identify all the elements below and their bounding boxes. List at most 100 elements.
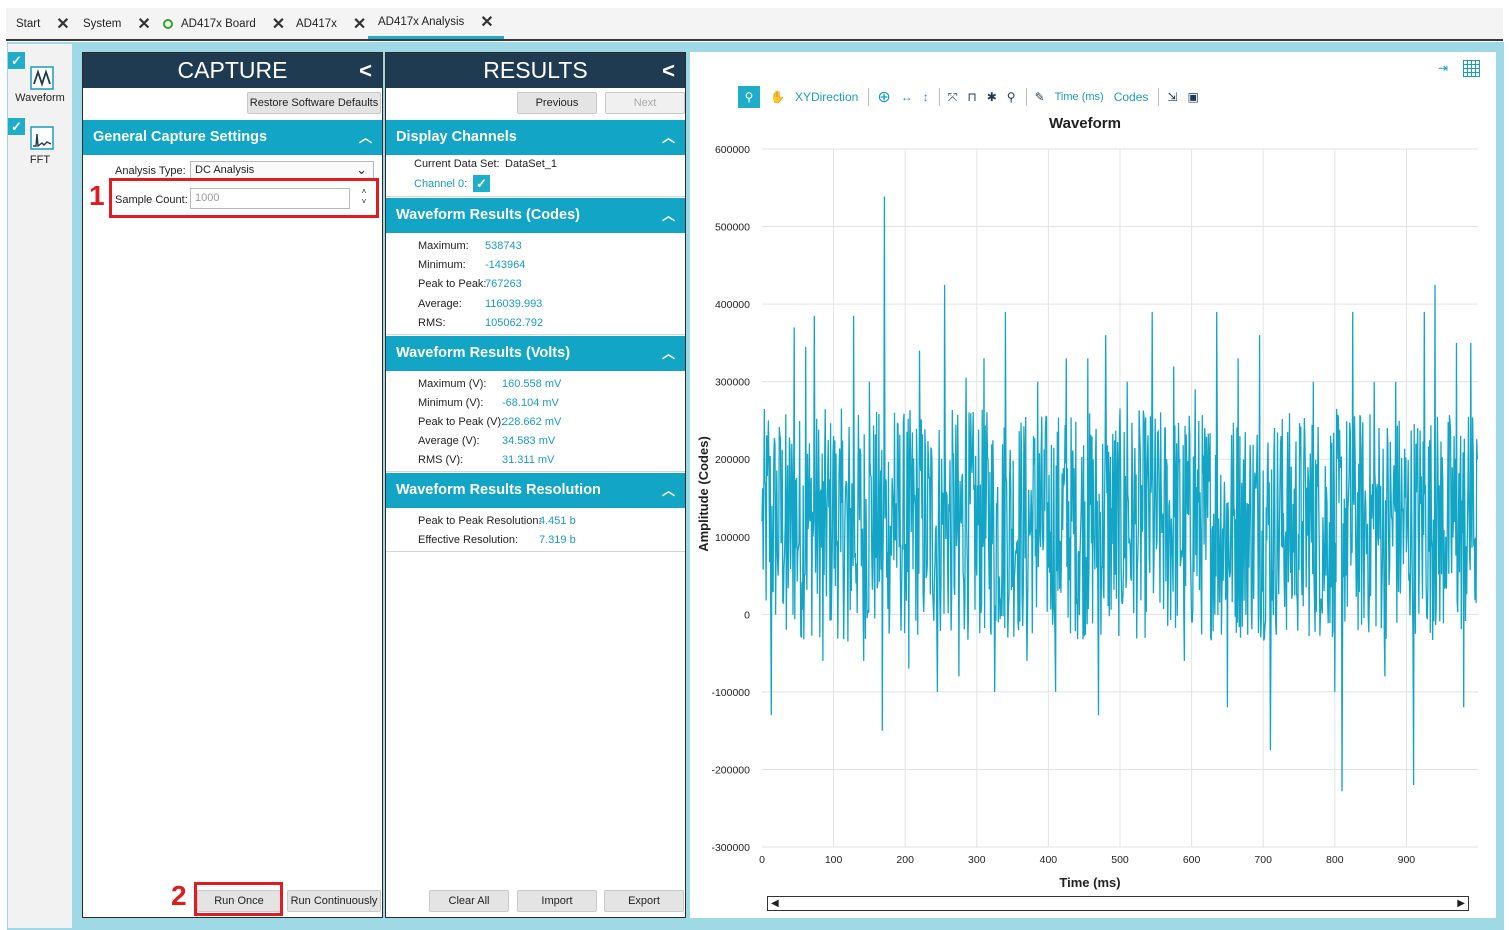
annotation-marker-1: 1 <box>89 180 105 211</box>
capture-header: CAPTURE < <box>83 53 382 88</box>
clear-all-button[interactable]: Clear All <box>429 890 509 912</box>
stat-value: 31.311 mV <box>502 454 555 466</box>
tab-ad417x[interactable]: AD417x ✕ <box>296 8 366 39</box>
chevron-up-icon[interactable]: ︿ <box>359 120 372 155</box>
y-tick-label: -100000 <box>711 687 750 699</box>
checkbox-icon[interactable]: ✓ <box>8 118 25 135</box>
resolution-results-header[interactable]: Waveform Results Resolution ︿ <box>386 473 685 508</box>
close-icon[interactable]: ✕ <box>56 14 69 34</box>
stat-label: Average: <box>418 298 462 310</box>
stat-value: 767263 <box>485 278 522 290</box>
x-tick-label: 600 <box>1183 854 1201 866</box>
tab-start[interactable]: Start ✕ <box>16 8 70 39</box>
codes-results-header[interactable]: Waveform Results (Codes) ︿ <box>386 198 685 233</box>
fft-icon <box>30 126 54 150</box>
tab-ad417x-board[interactable]: AD417x Board ✕ <box>163 8 285 39</box>
chevron-down-icon: ⌄ <box>356 162 367 177</box>
close-icon[interactable]: ✕ <box>480 12 493 32</box>
tab-label: AD417x Board <box>181 17 256 30</box>
x-tick-label: 200 <box>896 854 914 866</box>
scroll-right-icon[interactable]: ▶ <box>1457 897 1465 910</box>
tab-label: Start <box>16 17 41 30</box>
stat-label: Peak to Peak: <box>418 278 487 290</box>
y-tick-label: 500000 <box>715 222 750 234</box>
select-value: DC Analysis <box>195 164 255 176</box>
highlight-box-sample-count <box>109 178 379 218</box>
current-dataset-label: Current Data Set: <box>414 158 500 170</box>
stat-value: 538743 <box>485 240 522 252</box>
stat-label: Maximum (V): <box>418 378 487 390</box>
stat-label: RMS: <box>418 317 446 329</box>
x-tick-label: 300 <box>968 854 986 866</box>
divider <box>386 334 685 335</box>
next-button[interactable]: Next <box>605 92 685 114</box>
x-tick-label: 0 <box>759 854 765 866</box>
close-icon[interactable]: ✕ <box>137 14 150 34</box>
tab-system[interactable]: System ✕ <box>83 8 151 39</box>
restore-defaults-button[interactable]: Restore Software Defaults <box>247 92 381 114</box>
collapse-chevron-icon[interactable]: < <box>662 53 675 88</box>
stat-value: -143964 <box>485 259 526 271</box>
volts-results-header[interactable]: Waveform Results (Volts) ︿ <box>386 336 685 371</box>
stat-value: -68.104 mV <box>502 397 559 409</box>
general-capture-settings-header[interactable]: General Capture Settings ︿ <box>83 120 382 155</box>
stat-label: Average (V): <box>418 435 480 447</box>
results-header: RESULTS < <box>386 53 685 88</box>
y-tick-label: 400000 <box>715 299 750 311</box>
waveform-icon <box>30 66 54 90</box>
stat-value: 160.558 mV <box>502 378 562 390</box>
stat-label: Peak to Peak (V): <box>418 416 505 428</box>
scroll-left-icon[interactable]: ◀ <box>771 897 779 910</box>
chevron-up-icon[interactable]: ︿ <box>662 120 675 155</box>
tab-bar: Start ✕ System ✕ AD417x Board ✕ AD417x ✕… <box>6 8 1503 41</box>
x-axis-label: Time (ms) <box>1059 875 1120 890</box>
x-tick-label: 500 <box>1111 854 1129 866</box>
nav-label: FFT <box>29 154 51 166</box>
current-dataset-value: DataSet_1 <box>505 158 557 170</box>
section-title: Waveform Results Resolution <box>396 482 601 498</box>
close-icon[interactable]: ✕ <box>353 14 366 34</box>
horizontal-scrollbar[interactable]: ◀ ▶ <box>767 896 1469 911</box>
tab-ad417x-analysis[interactable]: AD417x Analysis ✕ <box>368 8 504 39</box>
export-button[interactable]: Export <box>604 890 684 912</box>
display-channels-header[interactable]: Display Channels ︿ <box>386 120 685 155</box>
nav-fft[interactable]: ✓ FFT <box>8 118 72 172</box>
section-title: Waveform Results (Volts) <box>396 345 571 361</box>
tab-label: AD417x <box>296 17 337 30</box>
stat-label: Minimum (V): <box>418 397 484 409</box>
previous-button[interactable]: Previous <box>517 92 597 114</box>
section-title: Display Channels <box>396 129 517 145</box>
y-axis-label: Amplitude (Codes) <box>696 436 711 552</box>
x-tick-label: 800 <box>1326 854 1344 866</box>
stat-value: 34.583 mV <box>502 435 556 447</box>
stat-label: Effective Resolution: <box>418 534 519 546</box>
waveform-chart[interactable]: Waveform Time (ms) Amplitude (Codes) 600… <box>690 52 1496 918</box>
chevron-up-icon[interactable]: ︿ <box>662 473 675 508</box>
stat-label: Peak to Peak Resolution: <box>418 515 542 527</box>
chevron-up-icon[interactable]: ︿ <box>662 336 675 371</box>
stat-value: 7.319 b <box>539 534 576 546</box>
nav-label: Waveform <box>15 92 65 104</box>
stat-value: 4.451 b <box>539 515 576 527</box>
divider <box>386 196 685 197</box>
chart-panel: ⇥ ⚲ ✋ XYDirection ⊕ ↔ ↕ ⤧ ⊓ ✱ ⚲ ✎ Time (… <box>690 52 1496 918</box>
section-title: Waveform Results (Codes) <box>396 207 580 223</box>
annotation-marker-2: 2 <box>171 880 187 911</box>
channel0-checkbox[interactable]: ✓ <box>473 175 490 192</box>
import-button[interactable]: Import <box>517 890 597 912</box>
nav-waveform[interactable]: ✓ Waveform <box>8 52 72 110</box>
chevron-up-icon[interactable]: ︿ <box>662 198 675 233</box>
checkbox-icon[interactable]: ✓ <box>8 52 25 69</box>
section-title: General Capture Settings <box>93 129 268 145</box>
y-tick-label: -200000 <box>711 764 750 776</box>
tab-label: System <box>83 17 122 30</box>
y-tick-label: 300000 <box>715 377 750 389</box>
run-continuously-button[interactable]: Run Continuously <box>287 890 381 912</box>
stat-label: Maximum: <box>418 240 469 252</box>
y-tick-label: -300000 <box>711 842 750 854</box>
panel-title: RESULTS <box>483 57 588 83</box>
close-icon[interactable]: ✕ <box>272 14 285 34</box>
chart-title: Waveform <box>1049 115 1121 132</box>
status-dot-icon <box>163 18 173 29</box>
collapse-chevron-icon[interactable]: < <box>359 53 372 88</box>
